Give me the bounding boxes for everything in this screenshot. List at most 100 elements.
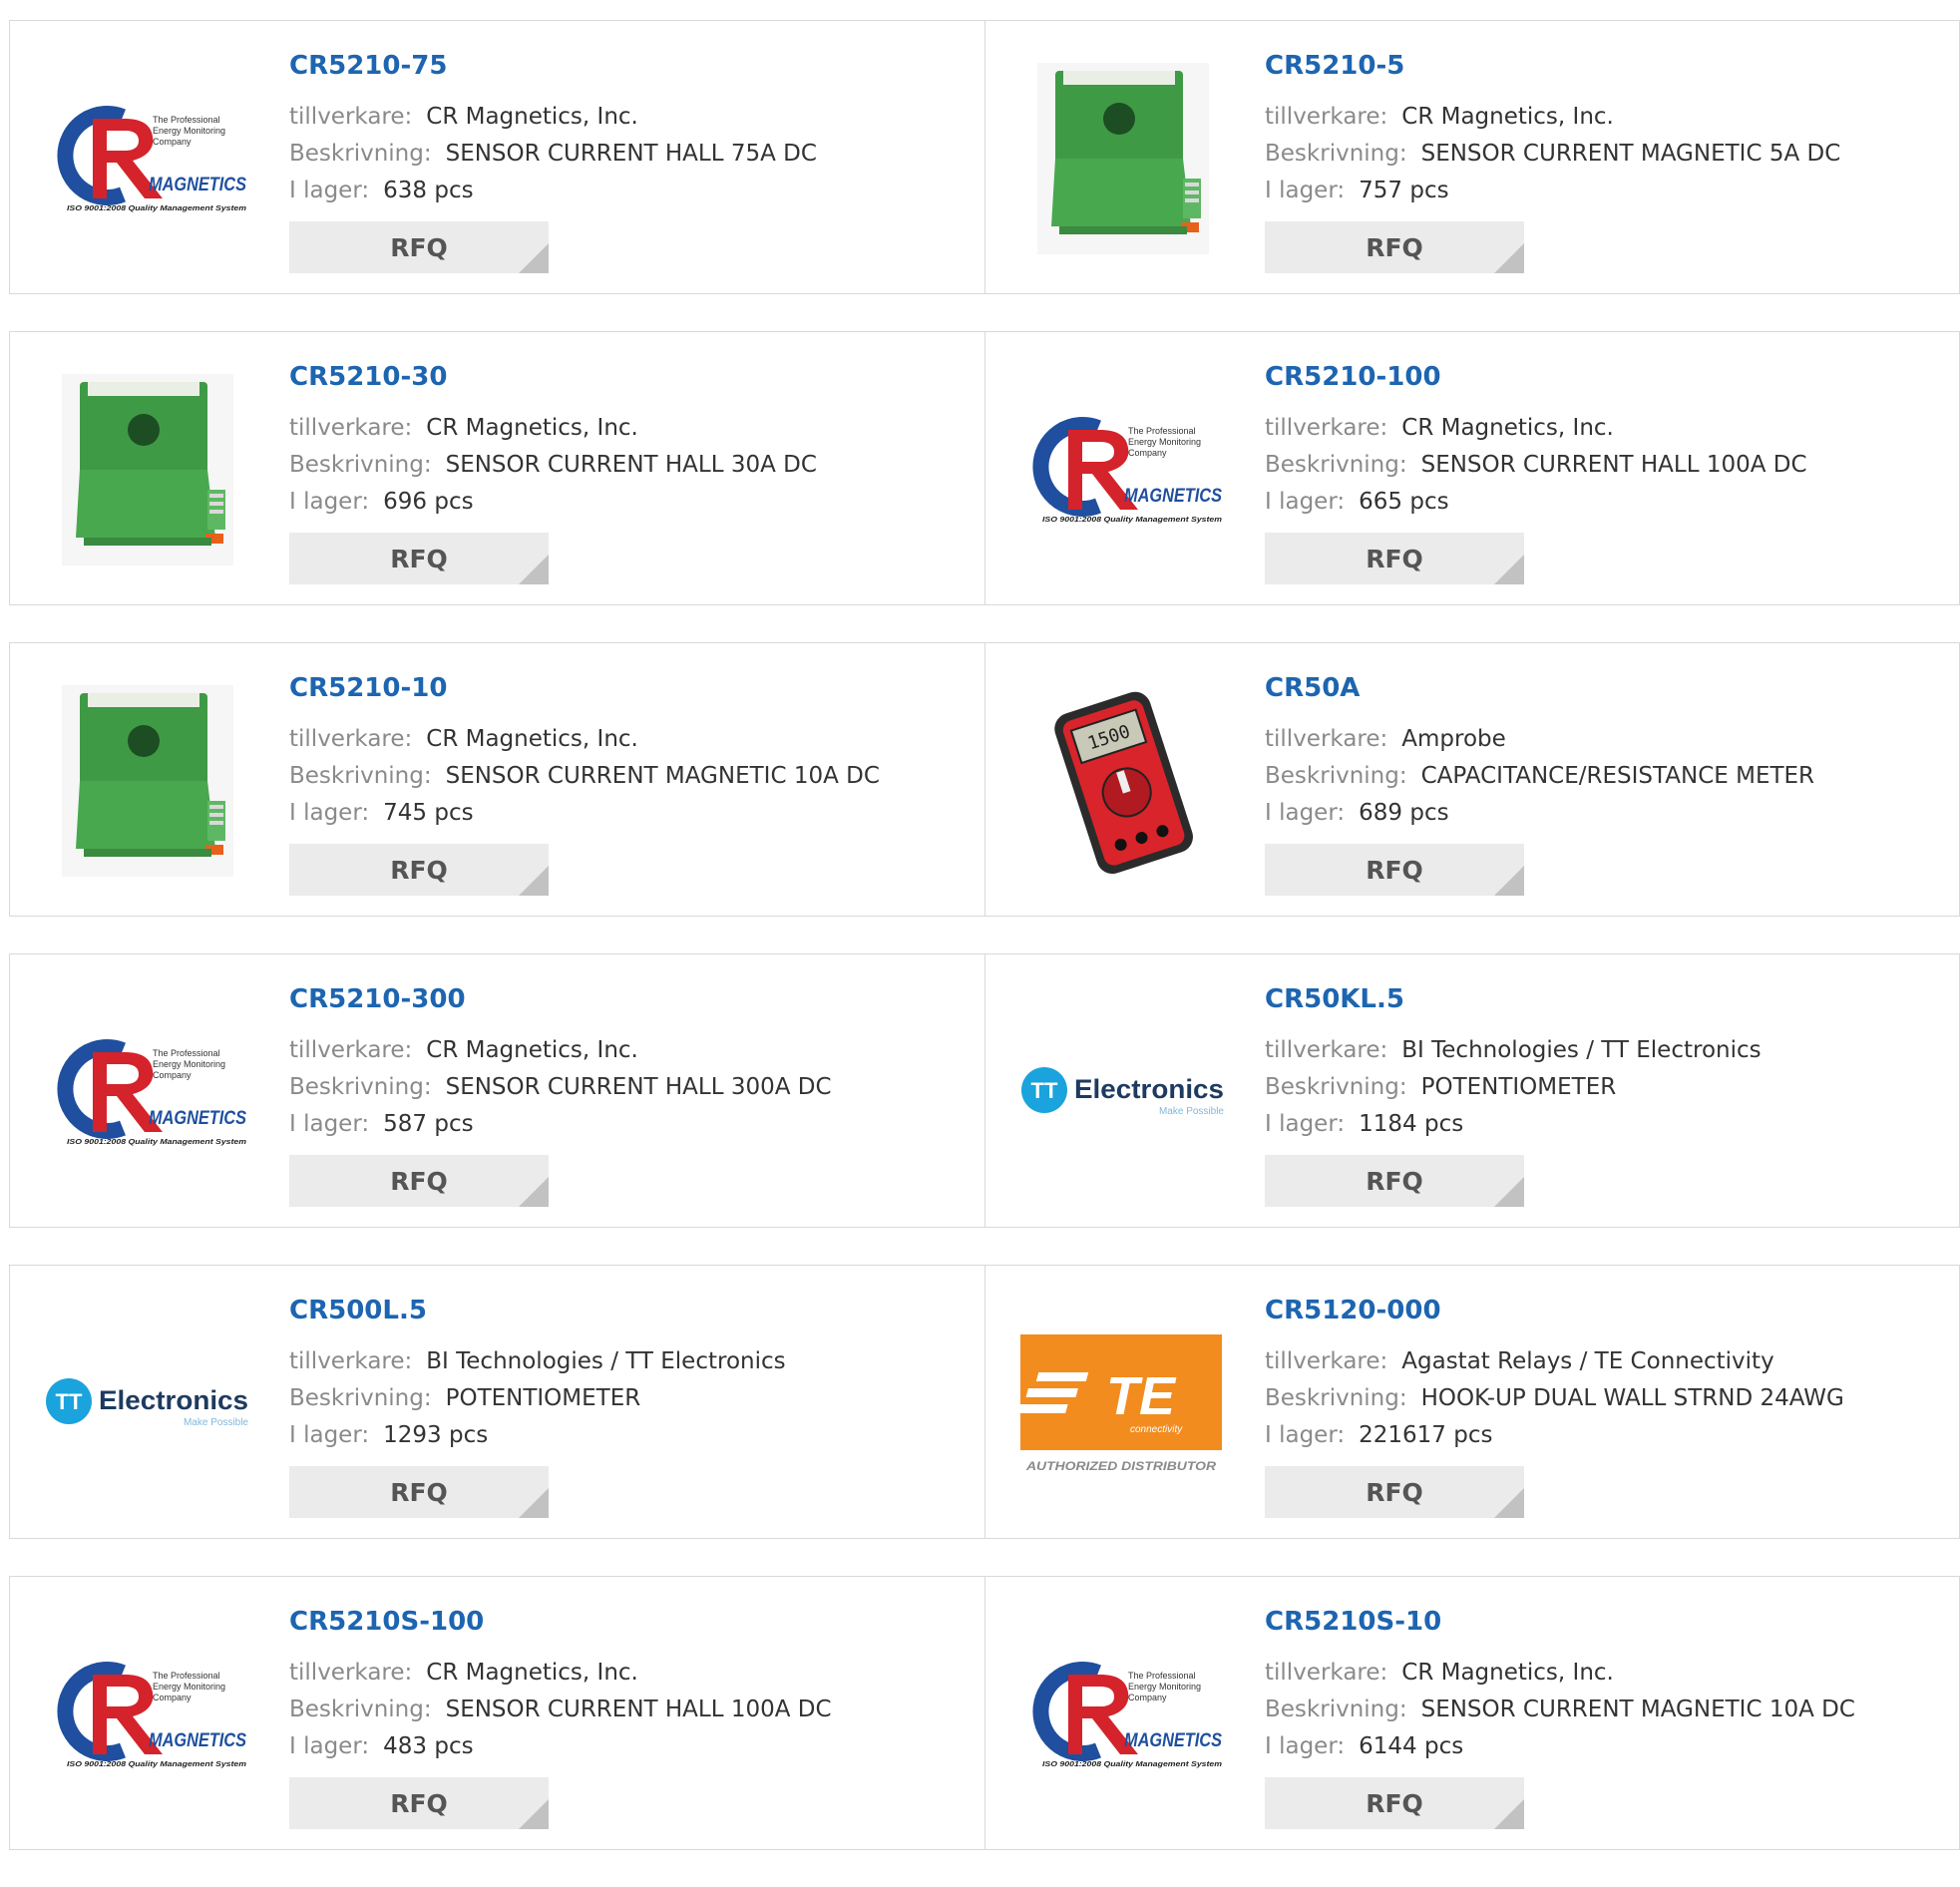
product-image-link[interactable] bbox=[1015, 51, 1230, 265]
manufacturer-line: tillverkare: CR Magnetics, Inc. bbox=[289, 99, 965, 136]
manufacturer-label: tillverkare: bbox=[1265, 1660, 1388, 1686]
part-number-link[interactable]: CR5210-10 bbox=[289, 673, 965, 703]
rfq-button[interactable]: RFQ bbox=[289, 1466, 549, 1518]
product-image-link[interactable]: TT Electronics Make Possible bbox=[40, 1296, 254, 1510]
current-sensor-image bbox=[1036, 62, 1209, 254]
cr-tagline-2: Energy Monitoring bbox=[153, 1682, 225, 1692]
product-image-link[interactable]: The Professional Energy Monitoring Compa… bbox=[40, 984, 254, 1199]
rfq-button[interactable]: RFQ bbox=[1265, 221, 1524, 273]
description-value: HOOK-UP DUAL WALL STRND 24AWG bbox=[1420, 1385, 1844, 1411]
cr-tagline-3: Company bbox=[1128, 448, 1167, 458]
corner-triangle-icon bbox=[519, 1488, 549, 1518]
stock-value: 665 pcs bbox=[1359, 489, 1449, 515]
product-info: CR5210-100 tillverkare: CR Magnetics, Inc… bbox=[1265, 362, 1939, 584]
stock-label: I lager: bbox=[1265, 178, 1346, 203]
product-image-link[interactable]: 1500 bbox=[1015, 673, 1230, 888]
manufacturer-label: tillverkare: bbox=[1265, 726, 1388, 752]
description-label: Beskrivning: bbox=[1265, 1697, 1407, 1722]
manufacturer-line: tillverkare: CR Magnetics, Inc. bbox=[289, 1032, 965, 1069]
manufacturer-value: BI Technologies / TT Electronics bbox=[426, 1348, 786, 1374]
description-value: SENSOR CURRENT HALL 75A DC bbox=[445, 141, 817, 167]
description-label: Beskrivning: bbox=[289, 1385, 432, 1411]
corner-triangle-icon bbox=[519, 243, 549, 273]
description-label: Beskrivning: bbox=[289, 452, 432, 478]
description-label: Beskrivning: bbox=[289, 141, 432, 167]
manufacturer-value: CR Magnetics, Inc. bbox=[426, 1660, 638, 1686]
manufacturer-label: tillverkare: bbox=[1265, 1037, 1388, 1063]
stock-label: I lager: bbox=[1265, 1733, 1346, 1759]
product-image-link[interactable]: TE connectivity AUTHORIZED DISTRIBUTOR bbox=[1015, 1296, 1230, 1510]
stock-value: 757 pcs bbox=[1359, 178, 1449, 203]
part-number-link[interactable]: CR5210-30 bbox=[289, 362, 965, 392]
part-number-link[interactable]: CR5210-300 bbox=[289, 984, 965, 1014]
cr-magnetics-logo: The Professional Energy Monitoring Compa… bbox=[1032, 1661, 1222, 1768]
product-image-link[interactable]: The Professional Energy Monitoring Compa… bbox=[40, 1607, 254, 1821]
product-image-link[interactable] bbox=[40, 362, 254, 576]
cr-magnetics-logo: The Professional Energy Monitoring Compa… bbox=[1032, 416, 1222, 524]
product-image-link[interactable] bbox=[40, 673, 254, 888]
part-number-link[interactable]: CR50A bbox=[1265, 673, 1939, 703]
manufacturer-value: CR Magnetics, Inc. bbox=[426, 1037, 638, 1063]
stock-value: 1293 pcs bbox=[383, 1422, 489, 1448]
stock-value: 745 pcs bbox=[383, 800, 474, 826]
stock-label: I lager: bbox=[289, 178, 370, 203]
description-value: SENSOR CURRENT HALL 100A DC bbox=[445, 1697, 832, 1722]
part-number-link[interactable]: CR50KL.5 bbox=[1265, 984, 1939, 1014]
product-card: 1500 CR50A tillverkare: Amprobe Beskrivni… bbox=[984, 643, 1959, 916]
cr-tagline-2: Energy Monitoring bbox=[153, 1059, 225, 1069]
part-number-link[interactable]: CR5210S-10 bbox=[1265, 1607, 1939, 1637]
rfq-button[interactable]: RFQ bbox=[289, 533, 549, 584]
rfq-button[interactable]: RFQ bbox=[289, 844, 549, 896]
rfq-label: RFQ bbox=[1366, 232, 1423, 262]
description-value: SENSOR CURRENT MAGNETIC 10A DC bbox=[445, 763, 880, 789]
stock-label: I lager: bbox=[289, 1111, 370, 1137]
part-number-link[interactable]: CR5210-100 bbox=[1265, 362, 1939, 392]
part-number-link[interactable]: CR5120-000 bbox=[1265, 1296, 1939, 1325]
product-card: The Professional Energy Monitoring Compa… bbox=[984, 332, 1959, 604]
current-sensor-image bbox=[61, 684, 233, 877]
manufacturer-value: CR Magnetics, Inc. bbox=[426, 415, 638, 441]
rfq-label: RFQ bbox=[1366, 855, 1423, 885]
product-info: CR5210-300 tillverkare: CR Magnetics, Inc… bbox=[289, 984, 965, 1207]
rfq-button[interactable]: RFQ bbox=[289, 1155, 549, 1207]
product-card: CR5210-10 tillverkare: CR Magnetics, Inc.… bbox=[10, 643, 984, 916]
manufacturer-line: tillverkare: CR Magnetics, Inc. bbox=[1265, 410, 1939, 447]
rfq-button[interactable]: RFQ bbox=[1265, 1466, 1524, 1518]
stock-value: 221617 pcs bbox=[1359, 1422, 1493, 1448]
stock-line: I lager: 665 pcs bbox=[1265, 484, 1939, 521]
product-image-link[interactable]: The Professional Energy Monitoring Compa… bbox=[40, 51, 254, 265]
manufacturer-line: tillverkare: Amprobe bbox=[1265, 721, 1939, 758]
product-image-link[interactable]: The Professional Energy Monitoring Compa… bbox=[1015, 1607, 1230, 1821]
product-card: TE connectivity AUTHORIZED DISTRIBUTOR C… bbox=[984, 1266, 1959, 1538]
product-image-link[interactable]: The Professional Energy Monitoring Compa… bbox=[1015, 362, 1230, 576]
stock-label: I lager: bbox=[289, 1422, 370, 1448]
tt-brand-text: Electronics bbox=[1074, 1074, 1224, 1104]
product-card: TT Electronics Make Possible CR500L.5 ti… bbox=[10, 1266, 984, 1538]
rfq-button[interactable]: RFQ bbox=[1265, 1155, 1524, 1207]
stock-value: 638 pcs bbox=[383, 178, 474, 203]
product-image-link[interactable]: TT Electronics Make Possible bbox=[1015, 984, 1230, 1199]
product-info: CR5210-5 tillverkare: CR Magnetics, Inc. … bbox=[1265, 51, 1939, 273]
stock-line: I lager: 638 pcs bbox=[289, 173, 965, 209]
part-number-link[interactable]: CR5210S-100 bbox=[289, 1607, 965, 1637]
description-value: POTENTIOMETER bbox=[1420, 1074, 1617, 1100]
manufacturer-line: tillverkare: BI Technologies / TT Electro… bbox=[1265, 1032, 1939, 1069]
manufacturer-value: CR Magnetics, Inc. bbox=[1401, 104, 1614, 130]
rfq-button[interactable]: RFQ bbox=[1265, 844, 1524, 896]
te-sub-text: connectivity bbox=[1130, 1424, 1183, 1435]
part-number-link[interactable]: CR5210-75 bbox=[289, 51, 965, 81]
rfq-button[interactable]: RFQ bbox=[289, 221, 549, 273]
product-info: CR500L.5 tillverkare: BI Technologies / T… bbox=[289, 1296, 965, 1518]
part-number-link[interactable]: CR5210-5 bbox=[1265, 51, 1939, 81]
rfq-button[interactable]: RFQ bbox=[289, 1777, 549, 1829]
product-row: CR5210-10 tillverkare: CR Magnetics, Inc.… bbox=[9, 642, 1960, 917]
stock-value: 689 pcs bbox=[1359, 800, 1449, 826]
manufacturer-value: CR Magnetics, Inc. bbox=[426, 726, 638, 752]
rfq-button[interactable]: RFQ bbox=[1265, 533, 1524, 584]
description-line: Beskrivning: POTENTIOMETER bbox=[1265, 1069, 1939, 1106]
corner-triangle-icon bbox=[1494, 1488, 1524, 1518]
part-number-link[interactable]: CR500L.5 bbox=[289, 1296, 965, 1325]
tt-tag-text: Make Possible bbox=[183, 1417, 247, 1428]
description-label: Beskrivning: bbox=[1265, 763, 1407, 789]
rfq-button[interactable]: RFQ bbox=[1265, 1777, 1524, 1829]
